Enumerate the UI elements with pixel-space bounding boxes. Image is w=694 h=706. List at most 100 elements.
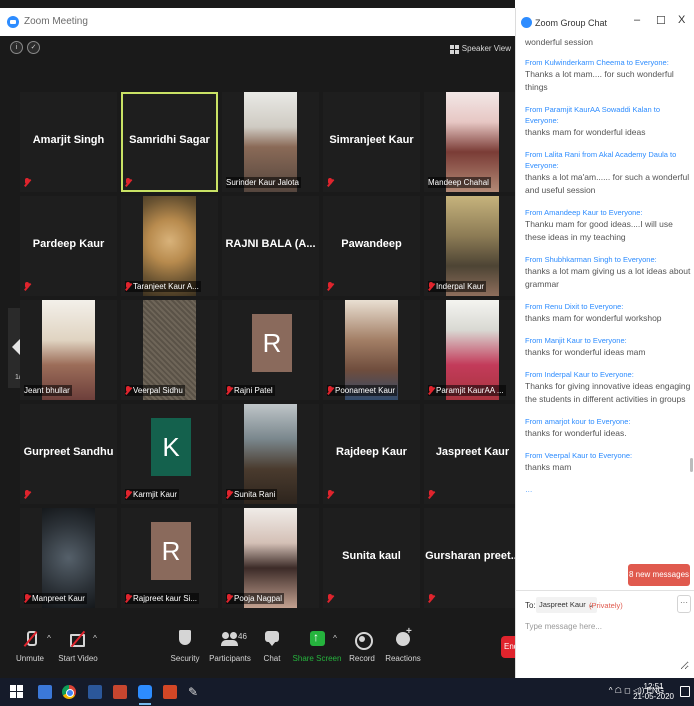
- participant-name: RAJNI BALA (A...: [225, 238, 316, 250]
- muted-mic-icon: [24, 490, 30, 499]
- chat-message: From Paramjit KaurAA Sowaddi Kalan to Ev…: [525, 104, 691, 139]
- chat-message: From Renu Dixit to Everyone: thanks mam f…: [525, 301, 691, 325]
- chat-message: From Amandeep Kaur to Everyone: Thanku ma…: [525, 207, 691, 244]
- paint-icon[interactable]: ✎: [188, 685, 202, 699]
- participant-tile[interactable]: Taranjeet Kaur A...: [121, 196, 218, 296]
- chat-message: From Kulwinderkarm Cheema to Everyone: Th…: [525, 57, 691, 94]
- chat-message: From Inderpal Kaur to Everyone: Thanks fo…: [525, 369, 691, 406]
- chat-message: From Lalita Rani from Akal Academy Daula…: [525, 149, 691, 197]
- video-options-caret[interactable]: ^: [90, 634, 100, 682]
- end-meeting-button[interactable]: End: [501, 636, 515, 658]
- powerpoint-icon[interactable]: [163, 685, 177, 699]
- participant-tile[interactable]: Rajdeep Kaur: [323, 404, 420, 504]
- word-icon[interactable]: [88, 685, 102, 699]
- participant-label-text: Taranjeet Kaur A...: [133, 282, 199, 291]
- taskbar-clock[interactable]: 12:51 21-05-2020: [633, 682, 674, 702]
- info-icon[interactable]: i: [10, 41, 23, 54]
- participant-name: Simranjeet Kaur: [329, 134, 414, 146]
- participant-name: Samridhi Sagar: [129, 134, 210, 146]
- grid-view-icon: [449, 44, 459, 54]
- chat-message-text: thanks mam for wonderful ideas: [525, 127, 646, 137]
- participant-tile[interactable]: Simranjeet Kaur: [323, 92, 420, 192]
- new-messages-button[interactable]: 8 new messages ↓: [628, 564, 690, 601]
- participant-tile[interactable]: Jeant bhullar: [20, 300, 117, 400]
- participant-tile[interactable]: Sunita Rani: [222, 404, 319, 504]
- participant-name: Gurpreet Sandhu: [23, 446, 114, 458]
- chat-message-sender: From Manjit Kaur to Everyone:: [525, 336, 627, 345]
- participant-tile[interactable]: Pawandeep: [323, 196, 420, 296]
- participant-label-text: Mandeep Chahal: [428, 178, 489, 187]
- close-button[interactable]: X: [678, 14, 685, 26]
- participant-label-text: Surinder Kaur Jalota: [226, 178, 299, 187]
- chat-title-bar: Zoom Group Chat – ☐ X: [516, 8, 694, 36]
- privately-label: (Privately): [589, 601, 623, 610]
- participant-label-text: Pooja Nagpal: [234, 594, 283, 603]
- participant-tile[interactable]: Surinder Kaur Jalota: [222, 92, 319, 192]
- participant-tile[interactable]: Veerpal Sidhu: [121, 300, 218, 400]
- muted-mic-icon: [428, 282, 434, 291]
- zoom-logo-icon: [521, 17, 532, 28]
- participant-tile[interactable]: RAJNI BALA (A...: [222, 196, 319, 296]
- participant-tile[interactable]: Pardeep Kaur: [20, 196, 117, 296]
- speaker-view-button[interactable]: Speaker View: [449, 42, 511, 56]
- meeting-window-title: Zoom Meeting: [24, 16, 88, 27]
- chat-message-sender: From Amandeep Kaur to Everyone:: [525, 208, 643, 217]
- participant-tile[interactable]: Jaspreet Kaur: [424, 404, 521, 504]
- participant-tile[interactable]: Samridhi Sagar: [121, 92, 218, 192]
- participant-tile[interactable]: Manpreet Kaur: [20, 508, 117, 608]
- chat-message-sender: From Shubhkarman Singh to Everyone:: [525, 255, 657, 264]
- participant-label-text: Manpreet Kaur: [32, 594, 85, 603]
- participant-tile[interactable]: Gursharan preet...: [424, 508, 521, 608]
- encryption-shield-icon[interactable]: ✓: [27, 41, 40, 54]
- participant-tile[interactable]: R Rajpreet kaur Si...: [121, 508, 218, 608]
- notification-icon[interactable]: [680, 686, 690, 697]
- chat-message: From amarjot kour to Everyone: thanks for…: [525, 416, 691, 440]
- windows-start-icon[interactable]: [10, 685, 24, 699]
- chat-message-text: thanks mam for wonderful workshop: [525, 313, 662, 323]
- muted-mic-icon: [428, 490, 434, 499]
- participant-tile[interactable]: K Karmjit Kaur: [121, 404, 218, 504]
- participant-tile[interactable]: R Rajni Patel: [222, 300, 319, 400]
- recipient-dropdown[interactable]: Jaspreet Kaur ⌄: [536, 597, 598, 613]
- reactions-button[interactable]: Reactions: [373, 626, 433, 674]
- muted-mic-icon: [24, 178, 30, 187]
- maximize-button[interactable]: ☐: [656, 14, 666, 27]
- chat-message: From Shubhkarman Singh to Everyone: thank…: [525, 254, 691, 291]
- participant-tile[interactable]: Pooja Nagpal: [222, 508, 319, 608]
- muted-mic-icon: [327, 594, 333, 603]
- shield-icon: [176, 630, 194, 648]
- chat-scrollbar[interactable]: [690, 458, 693, 472]
- chat-message-text: Thanku mam for good ideas....I will use …: [525, 219, 673, 242]
- participant-tile[interactable]: Gurpreet Sandhu: [20, 404, 117, 504]
- chat-message-text: thanks a lot ma'am...... for such a wond…: [525, 172, 690, 195]
- participant-tile[interactable]: Sunita kaul: [323, 508, 420, 608]
- windows-taskbar: ✎ ^ ☖ ◻ ◁)) ENG 12:51 21-05-2020: [0, 678, 694, 706]
- chrome-icon[interactable]: [62, 685, 76, 699]
- participant-tile[interactable]: Mandeep Chahal: [424, 92, 521, 192]
- chat-message-sender: From Kulwinderkarm Cheema to Everyone:: [525, 58, 669, 67]
- participant-name: Rajdeep Kaur: [336, 446, 407, 458]
- chat-message-list[interactable]: wonderful session From Kulwinderkarm Che…: [525, 38, 691, 593]
- chat-message: From Manjit Kaur to Everyone: thanks for …: [525, 335, 691, 359]
- more-options-button[interactable]: ···: [677, 595, 691, 613]
- chat-message-text: Thanks a lot mam.... for such wonderful …: [525, 69, 674, 92]
- zoom-taskbar-icon[interactable]: [138, 685, 152, 705]
- file-explorer-icon[interactable]: [38, 685, 52, 699]
- chat-message-input[interactable]: [525, 622, 689, 670]
- meeting-toolbar: Unmute ^ Start Video ^ Security 46 Parti…: [0, 620, 515, 678]
- group-chat-window: Zoom Group Chat – ☐ X wonderful session …: [515, 8, 694, 678]
- participant-tile[interactable]: Paramjit KaurAA ...: [424, 300, 521, 400]
- muted-mic-icon: [327, 386, 333, 395]
- participant-tile[interactable]: Amarjit Singh: [20, 92, 117, 192]
- app-icon[interactable]: [113, 685, 127, 699]
- record-icon: [353, 630, 373, 650]
- reactions-label: Reactions: [385, 654, 421, 663]
- participant-tile[interactable]: Poonameet Kaur: [323, 300, 420, 400]
- participant-label-text: Rajni Patel: [234, 386, 273, 395]
- video-off-icon: [69, 630, 87, 648]
- participant-tile[interactable]: Inderpal Kaur: [424, 196, 521, 296]
- participant-label-text: Sunita Rani: [234, 490, 276, 499]
- chat-message-sender: …: [525, 485, 533, 492]
- participant-name: Pawandeep: [341, 238, 402, 250]
- minimize-button[interactable]: –: [634, 14, 640, 26]
